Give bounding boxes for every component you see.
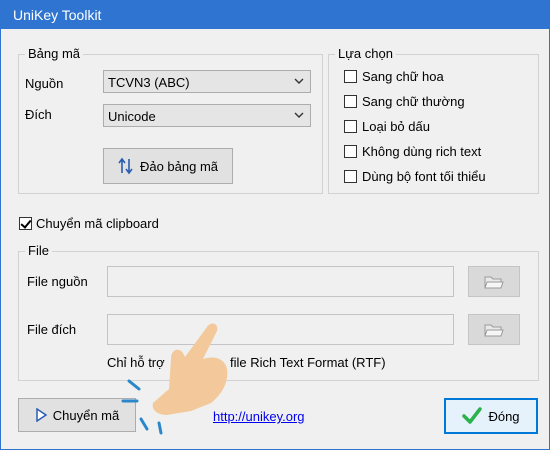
close-button-label: Đóng (488, 408, 520, 424)
chevron-down-icon (294, 112, 304, 118)
file-source-input[interactable] (107, 266, 454, 297)
close-button[interactable]: Đóng (444, 398, 538, 434)
window-title: UniKey Toolkit (13, 7, 102, 23)
folder-icon (484, 324, 504, 336)
file-source-label: File nguồn (27, 274, 88, 289)
folder-icon (484, 276, 504, 288)
clipboard-checkbox[interactable] (19, 217, 32, 230)
clipboard-label: Chuyển mã clipboard (36, 216, 159, 231)
checkmark-icon (462, 407, 483, 424)
lua-chon-legend: Lựa chọn (335, 46, 396, 61)
bang-ma-legend: Bảng mã (25, 46, 84, 61)
convert-button-label: Chuyển mã (52, 407, 120, 423)
option-uppercase-checkbox[interactable] (344, 70, 357, 83)
file-source-browse-button[interactable] (468, 266, 520, 297)
play-icon (36, 408, 47, 422)
option-remove-accents-checkbox[interactable] (344, 120, 357, 133)
option-lowercase-label: Sang chữ thường (362, 94, 465, 109)
file-target-browse-button[interactable] (468, 314, 520, 345)
file-target-label: File đích (27, 322, 77, 337)
option-minimal-font-checkbox[interactable] (344, 170, 357, 183)
option-no-rich-text-checkbox[interactable] (344, 145, 357, 158)
source-encoding-select[interactable]: TCVN3 (ABC) (103, 70, 311, 93)
swap-encoding-label: Đảo bảng mã (139, 158, 219, 174)
window: UniKey Toolkit Bảng mã Nguồn TCVN3 (ABC)… (0, 0, 550, 450)
option-uppercase-label: Sang chữ hoa (362, 69, 444, 84)
swap-encoding-button[interactable]: Đảo bảng mã (103, 148, 233, 184)
option-no-rich-text-label: Không dùng rich text (362, 144, 482, 159)
target-encoding-select[interactable]: Unicode (103, 104, 311, 127)
pointing-hand-icon (121, 323, 228, 435)
target-encoding-label: Đích (25, 107, 52, 122)
rtf-note-end: file Rich Text Format (RTF) (230, 355, 386, 370)
file-legend: File (25, 243, 52, 258)
option-lowercase-checkbox[interactable] (344, 95, 357, 108)
dialog-body: Bảng mã Nguồn TCVN3 (ABC) Đích Unicode Đ… (1, 29, 549, 449)
source-encoding-value: TCVN3 (ABC) (108, 75, 190, 90)
option-minimal-font-label: Dùng bộ font tối thiểu (362, 169, 486, 184)
source-encoding-label: Nguồn (25, 76, 64, 91)
option-remove-accents-label: Loại bỏ dấu (362, 119, 430, 134)
target-encoding-value: Unicode (108, 109, 156, 124)
title-bar[interactable]: UniKey Toolkit (1, 1, 549, 29)
chevron-down-icon (294, 78, 304, 84)
swap-icon (118, 157, 133, 175)
